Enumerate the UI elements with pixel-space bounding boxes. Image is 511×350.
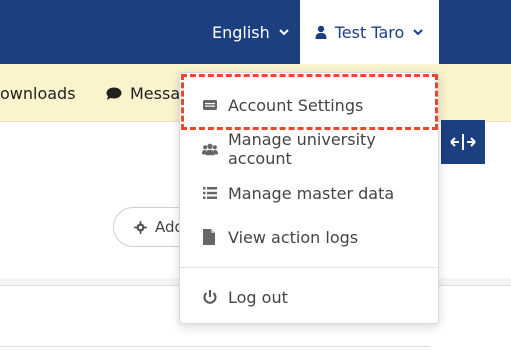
menu-item-label: View action logs	[228, 227, 359, 247]
menu-item-manage-master-data[interactable]: Manage master data	[180, 171, 438, 215]
power-icon	[202, 289, 218, 305]
menu-item-log-out[interactable]: Log out	[180, 275, 438, 319]
user-dropdown-menu: Account Settings Manage university accou…	[179, 72, 439, 324]
menu-item-view-action-logs[interactable]: View action logs	[180, 215, 438, 259]
divider	[0, 346, 430, 347]
file-icon	[202, 229, 218, 245]
menu-item-label: Manage master data	[228, 183, 395, 203]
list-icon	[202, 185, 218, 201]
menu-divider	[180, 267, 438, 268]
language-label: English	[212, 22, 270, 42]
menu-item-label: Account Settings	[228, 95, 364, 115]
user-icon	[315, 25, 327, 39]
chevron-down-icon	[279, 29, 289, 36]
user-menu-button[interactable]: Test Taro	[300, 0, 439, 64]
language-selector[interactable]: English	[212, 0, 290, 64]
comment-icon	[106, 87, 122, 100]
menu-item-account-settings[interactable]: Account Settings	[180, 83, 438, 127]
user-name: Test Taro	[334, 22, 405, 42]
menu-item-label: Manage university account	[228, 130, 376, 168]
users-icon	[202, 141, 218, 157]
menu-item-manage-university-account[interactable]: Manage university account	[180, 127, 438, 171]
id-card-icon	[202, 97, 218, 113]
nav-downloads[interactable]: ownloads	[0, 84, 76, 103]
split-arrows-icon	[450, 134, 476, 150]
menu-item-label: Log out	[228, 287, 288, 307]
chevron-down-icon	[413, 29, 423, 36]
gear-icon	[134, 220, 147, 234]
nav-downloads-label: ownloads	[0, 84, 76, 103]
expand-toggle-button[interactable]	[441, 120, 485, 164]
